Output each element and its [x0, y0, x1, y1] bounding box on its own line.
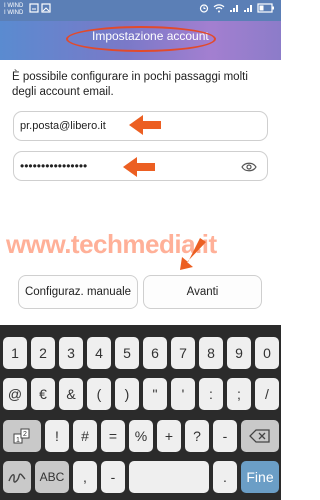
key-colon[interactable]: :	[199, 378, 223, 410]
key-euro[interactable]: €	[31, 378, 55, 410]
arrow-icon	[123, 157, 155, 177]
wifi-icon	[213, 4, 225, 13]
key-dash[interactable]: -	[101, 461, 125, 493]
key-paren-close[interactable]: )	[115, 378, 139, 410]
alarm-icon	[199, 4, 209, 13]
carrier-2: I WIND	[4, 10, 24, 16]
key-1[interactable]: 1	[3, 337, 27, 369]
space-key[interactable]	[129, 461, 209, 493]
eye-icon[interactable]	[241, 161, 257, 173]
key-question[interactable]: ?	[185, 420, 209, 452]
signal-icon	[230, 5, 238, 12]
arrow-icon	[129, 115, 161, 135]
key-comma[interactable]: ,	[73, 461, 97, 493]
key-exclamation[interactable]: !	[45, 420, 69, 452]
email-value: pr.posta@libero.it	[20, 120, 106, 132]
key-double-quote[interactable]: "	[143, 378, 167, 410]
battery-icon	[257, 3, 274, 13]
key-percent[interactable]: %	[129, 420, 153, 452]
image-icon	[41, 3, 51, 13]
abc-key[interactable]: ABC	[35, 461, 69, 493]
key-at[interactable]: @	[3, 378, 27, 410]
key-minus[interactable]: -	[213, 420, 237, 452]
backspace-key[interactable]	[241, 420, 279, 452]
arrow-icon	[180, 238, 206, 270]
key-8[interactable]: 8	[199, 337, 223, 369]
key-equals[interactable]: =	[101, 420, 125, 452]
shift-icon: 1 2	[13, 428, 30, 444]
key-semicolon[interactable]: ;	[227, 378, 251, 410]
key-single-quote[interactable]: '	[171, 378, 195, 410]
title-highlight-oval	[66, 26, 216, 52]
key-6[interactable]: 6	[143, 337, 167, 369]
key-ampersand[interactable]: &	[59, 378, 83, 410]
shift-key[interactable]: 1 2	[3, 420, 41, 452]
key-paren-open[interactable]: (	[87, 378, 111, 410]
backspace-icon	[249, 429, 270, 443]
sim-icon	[29, 3, 39, 13]
signal-icon-2	[244, 5, 252, 12]
keyboard: 1 2 3 4 5 6 7 8 9 0 @ € & ( ) " ' : ; / …	[0, 325, 281, 500]
intro-text: È possibile configurare in pochi passagg…	[12, 71, 248, 98]
handwriting-key[interactable]	[3, 461, 31, 493]
key-dot[interactable]: .	[213, 461, 237, 493]
key-0[interactable]: 0	[255, 337, 279, 369]
svg-text:2: 2	[23, 431, 27, 438]
key-4[interactable]: 4	[87, 337, 111, 369]
key-plus[interactable]: +	[157, 420, 181, 452]
key-9[interactable]: 9	[227, 337, 251, 369]
key-5[interactable]: 5	[115, 337, 139, 369]
key-hash[interactable]: #	[73, 420, 97, 452]
carrier-labels: I WIND I WIND	[4, 3, 23, 17]
handwriting-icon	[8, 473, 26, 483]
done-key[interactable]: Fine	[241, 461, 279, 493]
manual-setup-button[interactable]: Configuraz. manuale	[18, 275, 138, 309]
svg-text:1: 1	[16, 437, 20, 444]
password-value: ••••••••••••••••	[20, 159, 88, 173]
key-slash[interactable]: /	[255, 378, 279, 410]
key-7[interactable]: 7	[171, 337, 195, 369]
carrier-1: I WIND	[4, 3, 24, 9]
key-2[interactable]: 2	[31, 337, 55, 369]
key-3[interactable]: 3	[59, 337, 83, 369]
status-bar: I WIND I WIND	[0, 0, 281, 21]
next-button[interactable]: Avanti	[143, 275, 262, 309]
